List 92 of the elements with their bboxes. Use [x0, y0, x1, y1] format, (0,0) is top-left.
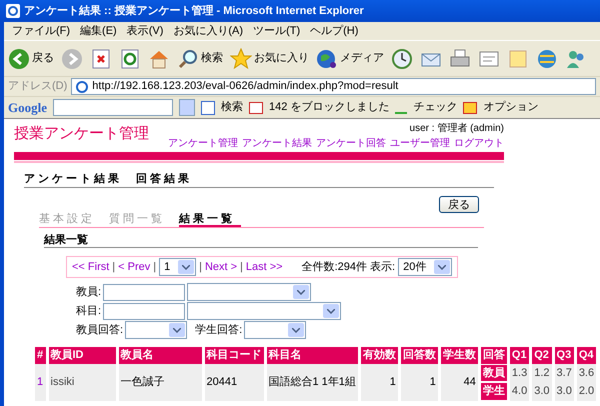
answer-type-label: 教員	[480, 364, 507, 381]
column-header: 回答数	[399, 347, 440, 364]
toolbar-button[interactable]: 戻る	[8, 48, 54, 70]
column-header: 有効数	[359, 347, 400, 364]
column-header: Q1	[508, 347, 531, 364]
subject-label: 科目:	[76, 304, 102, 319]
popup-blocked-button[interactable]: 142 をブロックしました	[269, 99, 390, 116]
table-cell: issiki	[47, 364, 117, 400]
show-label: 表示:	[370, 260, 396, 275]
column-header: 教員名	[117, 347, 203, 364]
row-number-link[interactable]: 1	[35, 364, 47, 400]
search-icon	[177, 48, 199, 70]
separator: |	[112, 260, 116, 275]
column-header: 教員ID	[47, 347, 117, 364]
last-link[interactable]: Last >>	[246, 258, 283, 276]
page-heading: アンケート結果 回答結果	[24, 173, 192, 185]
prev-link[interactable]: < Prev	[118, 258, 150, 276]
toolbar-button[interactable]: 検索	[177, 48, 223, 70]
note-icon	[507, 48, 529, 70]
answer-type-label: 学生	[480, 383, 507, 400]
table-cell: 1	[359, 364, 400, 400]
tab[interactable]: 結果一覧	[179, 213, 241, 227]
printer-icon	[449, 48, 471, 70]
menu-item[interactable]: ツール(T)	[253, 22, 300, 40]
column-header: Q3	[553, 347, 576, 364]
toolbar-button[interactable]	[391, 48, 413, 70]
column-header: #	[35, 347, 47, 364]
nav-link[interactable]: ユーザー管理	[390, 136, 450, 151]
student-answer-select[interactable]	[244, 321, 306, 339]
user-info: user : 管理者 (admin)	[410, 122, 504, 136]
subject-select[interactable]	[187, 302, 342, 320]
column-header: 学生数	[439, 347, 480, 364]
teacher-answer-label: 教員回答:	[76, 322, 124, 338]
toolbar-button[interactable]	[90, 48, 112, 70]
nav-link[interactable]: アンケート回答	[316, 136, 386, 151]
nav-link[interactable]: アンケート結果	[242, 136, 312, 151]
table-cell: 44	[439, 364, 480, 400]
menu-item[interactable]: ファイル(F)	[12, 22, 70, 40]
separator: |	[240, 260, 243, 275]
next-link[interactable]: Next >	[204, 258, 238, 276]
teacher-answer-select[interactable]	[125, 321, 188, 339]
table-cell: 2.0	[575, 382, 598, 400]
toolbar-button[interactable]: お気に入り	[230, 48, 309, 70]
column-header: Q4	[575, 347, 598, 364]
table-cell: 3.0	[553, 382, 576, 400]
table-cell: 20441	[203, 364, 265, 400]
google-search-button[interactable]: 検索	[221, 99, 243, 116]
toolbar-button[interactable]	[449, 48, 471, 70]
student-answer-label: 学生回答:	[195, 322, 242, 338]
address-label: アドレス(D)	[8, 79, 68, 94]
table-cell: 3.0	[530, 382, 554, 400]
google-search-field[interactable]	[53, 99, 173, 116]
first-link[interactable]: << First	[72, 258, 110, 276]
star-icon	[230, 48, 252, 70]
teacher-label: 教員:	[76, 284, 102, 300]
window-title: アンケート結果 :: 授業アンケート管理 - Microsoft Internet Explorer	[24, 4, 364, 19]
history-clock-icon	[391, 48, 413, 70]
column-header: Q2	[530, 347, 554, 364]
menu-item[interactable]: お気に入り(A)	[173, 22, 244, 40]
options-button[interactable]: オプション	[483, 99, 538, 116]
toolbar-button[interactable]: メディア	[316, 48, 384, 70]
address-field[interactable]: http://192.168.123.203/eval-0626/admin/index.php?mod=result	[71, 78, 596, 95]
section-title: 結果一覧	[44, 234, 88, 246]
separator: |	[199, 260, 202, 275]
table-cell: 4.0	[508, 382, 531, 400]
toolbar-button[interactable]	[119, 48, 141, 70]
column-header: 回答	[479, 347, 508, 364]
subject-input[interactable]	[103, 302, 186, 320]
refresh-icon	[119, 48, 141, 70]
column-header: 科目コード	[203, 347, 265, 364]
spellcheck-button[interactable]: チェック	[413, 99, 458, 116]
menu-item[interactable]: ヘルプ(H)	[310, 22, 358, 40]
table-cell: 国語総合1 1年1組	[265, 364, 360, 400]
nav-link[interactable]: ログアウト	[454, 136, 504, 151]
per-page-select[interactable]: 20件	[398, 258, 452, 276]
globe-icon	[536, 48, 558, 70]
back-button[interactable]: 戻る	[439, 196, 479, 213]
separator: |	[153, 260, 156, 275]
google-logo: Google	[8, 98, 47, 117]
stop-icon	[90, 48, 112, 70]
nav-link[interactable]: アンケート管理	[168, 136, 238, 151]
total-count: 全件数:294件	[302, 260, 368, 275]
table-cell: 一色誠子	[117, 364, 203, 400]
menu-item[interactable]: 表示(V)	[126, 22, 164, 40]
globe-music-icon	[316, 48, 338, 70]
teacher-input[interactable]	[103, 284, 186, 300]
column-header: 科目名	[265, 347, 360, 364]
page-select[interactable]: 1	[159, 258, 196, 276]
teacher-select[interactable]	[187, 283, 312, 301]
table-cell: 1	[399, 364, 440, 400]
app-title: 授業アンケート管理	[14, 124, 149, 144]
menu-item[interactable]: 編集(E)	[80, 22, 117, 40]
